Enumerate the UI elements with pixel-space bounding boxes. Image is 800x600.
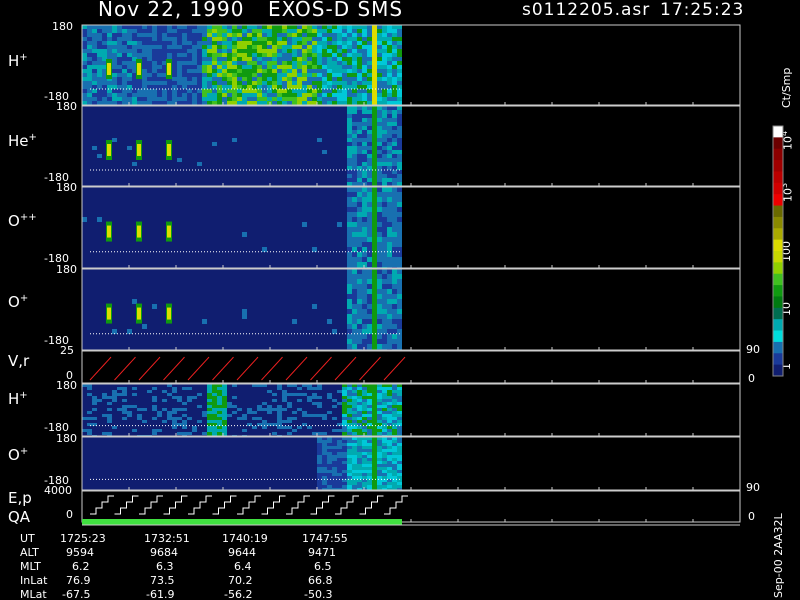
colorbar-swatch <box>773 239 783 252</box>
colorbar-swatch <box>773 319 783 332</box>
colorbar-swatch <box>773 228 783 241</box>
panel-hl <box>81 383 741 438</box>
colorbar-swatch <box>773 182 783 195</box>
panel-he <box>81 105 741 187</box>
colorbar-swatch <box>773 126 783 138</box>
colorbar-swatch <box>773 273 783 286</box>
colorbar-swatch <box>773 194 783 207</box>
colorbar-swatch <box>773 216 783 229</box>
panel-ol <box>81 436 741 491</box>
qa-bar <box>82 519 402 525</box>
colorbar-swatch <box>773 364 783 377</box>
colorbar-swatch <box>773 262 783 275</box>
sms-plot-page: { "header": { "date": "Nov 22, 1990", "i… <box>0 0 800 600</box>
colorbar-swatch <box>773 171 783 184</box>
colorbar-swatch <box>773 251 783 263</box>
colorbar-swatch <box>773 296 783 309</box>
panel-o2 <box>81 186 741 272</box>
sms-spectrogram-figure <box>81 24 784 526</box>
colorbar-swatch <box>773 341 783 354</box>
colorbar-swatch <box>773 353 783 366</box>
colorbar <box>772 125 784 377</box>
colorbar-swatch <box>773 148 783 161</box>
colorbar-swatch <box>773 205 783 218</box>
panel-ep <box>81 490 741 523</box>
panel-h <box>81 24 741 106</box>
colorbar-swatch <box>773 160 783 172</box>
panel-vr <box>81 350 741 384</box>
colorbar-swatch <box>773 330 783 343</box>
colorbar-swatch <box>773 307 783 320</box>
colorbar-swatch <box>773 285 783 297</box>
panel-o <box>81 268 741 354</box>
colorbar-swatch <box>773 137 783 150</box>
